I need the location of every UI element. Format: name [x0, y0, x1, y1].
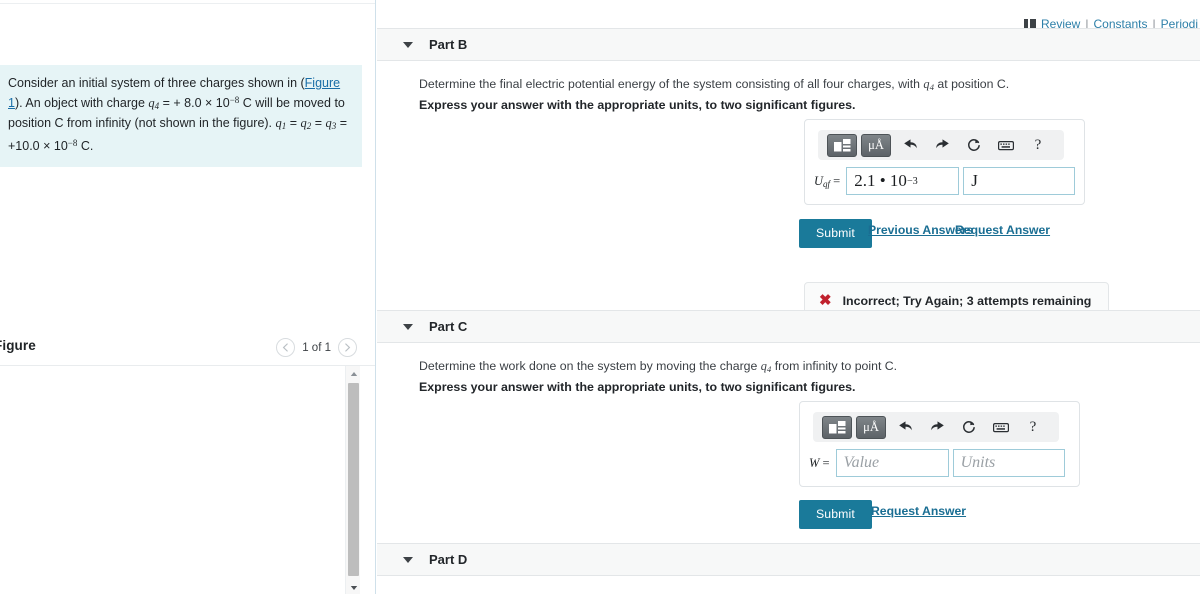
- figure-pager: 1 of 1: [276, 338, 357, 357]
- incorrect-x-icon: ✖: [819, 292, 832, 309]
- charge-diagram: q1 20.0 cm q2 20.0 cm C: [0, 366, 345, 594]
- part-b-value-input[interactable]: 2.1 • 10 −3: [846, 167, 960, 195]
- units-label: μÅ: [863, 419, 879, 434]
- exponent-2: −8: [67, 137, 78, 148]
- problem-line2-pre: with charge: [80, 96, 149, 111]
- problem-statement: Consider an initial system of three char…: [0, 65, 362, 168]
- reset-circular-arrow-icon[interactable]: [954, 415, 984, 439]
- chevron-right-icon: [345, 343, 351, 352]
- chevron-left-icon: [282, 343, 289, 352]
- part-b-request-answer-link[interactable]: Request Answer: [955, 223, 1050, 237]
- problem-line3-post: C.: [77, 139, 94, 154]
- part-b-title: Part B: [429, 37, 468, 52]
- problem-line1-post: ). An object: [14, 96, 78, 111]
- part-b-units-input[interactable]: J: [963, 167, 1076, 195]
- part-b-field-row: Uqf = 2.1 • 10 −3 J: [814, 167, 1076, 195]
- part-c-toolbar: μÅ ?: [813, 412, 1059, 442]
- math-template-icon[interactable]: [827, 133, 857, 157]
- exponent-1: −8: [229, 95, 240, 105]
- scroll-up-button[interactable]: [346, 366, 361, 381]
- part-d-header[interactable]: Part D: [377, 543, 1200, 576]
- question-mark-icon[interactable]: ?: [1018, 415, 1048, 439]
- part-b-question: Determine the final electric potential e…: [419, 77, 1009, 92]
- figure-next-button[interactable]: [338, 338, 357, 357]
- part-c-units-input[interactable]: Units: [952, 449, 1065, 477]
- part-b-submit-button[interactable]: Submit: [799, 219, 872, 248]
- part-c-header[interactable]: Part C: [377, 310, 1200, 343]
- part-b-answer-box: μÅ ? Uqf = 2.1 • 10 −3 J: [804, 119, 1085, 205]
- part-b-instruction: Express your answer with the appropriate…: [419, 98, 856, 112]
- part-c-submit-button[interactable]: Submit: [799, 500, 872, 529]
- problem-line2-mid: = + 8.0 × 10: [159, 96, 230, 111]
- part-b-feedback-text: Incorrect; Try Again; 3 attempts remaini…: [842, 293, 1092, 308]
- part-c-value-input[interactable]: Value: [835, 449, 949, 477]
- figure-prev-button[interactable]: [276, 338, 296, 357]
- redo-arrow-icon[interactable]: [922, 415, 952, 439]
- part-b-units-text: J: [971, 171, 978, 190]
- caret-down-icon[interactable]: [403, 323, 413, 330]
- figure-page-indicator: 1 of 1: [302, 341, 331, 354]
- part-c-request-answer-link[interactable]: Request Answer: [871, 504, 966, 518]
- part-b-question-pre: Determine the final electric potential e…: [419, 77, 924, 91]
- part-c-field-row: W = Value Units: [809, 449, 1065, 477]
- part-b-question-post: at position C.: [934, 77, 1010, 91]
- units-icon[interactable]: μÅ: [856, 415, 886, 439]
- figure-header: Figure 1 of 1: [0, 338, 375, 364]
- part-b-header[interactable]: Part B: [377, 28, 1200, 61]
- caret-down-icon[interactable]: [403, 41, 413, 48]
- part-c-title: Part C: [429, 319, 468, 334]
- part-b-field-label: Uqf =: [814, 173, 841, 189]
- caret-down-icon[interactable]: [403, 556, 413, 563]
- part-c-question-post: from infinity to point C.: [771, 359, 898, 373]
- problem-line1-pre: Consider an initial system of three char…: [8, 76, 305, 90]
- units-icon[interactable]: μÅ: [861, 133, 891, 157]
- right-panel: Review | Constants | Periodi Part B Determin…: [377, 0, 1200, 594]
- reset-circular-arrow-icon[interactable]: [959, 133, 989, 157]
- part-c-answer-box: μÅ ? W = Value Units: [799, 401, 1080, 487]
- eq-1: =: [286, 116, 301, 131]
- part-c-question-pre: Determine the work done on the system by…: [419, 359, 761, 373]
- problem-line3-pre: (not shown in the figure).: [134, 116, 276, 131]
- part-c-field-label: W =: [809, 455, 830, 470]
- page-root: Consider an initial system of three char…: [0, 0, 1200, 594]
- figure-body: q1 20.0 cm q2 20.0 cm C: [0, 365, 375, 594]
- undo-arrow-icon[interactable]: [890, 415, 920, 439]
- part-b-value-exponent: −3: [906, 175, 918, 187]
- part-c-units-placeholder: Units: [960, 454, 996, 471]
- part-c-question: Determine the work done on the system by…: [419, 359, 897, 374]
- triangle-down-icon: [350, 585, 357, 590]
- top-divider: [0, 3, 375, 4]
- part-d-title: Part D: [429, 552, 468, 567]
- keyboard-icon[interactable]: [991, 133, 1021, 157]
- triangle-up-icon: [350, 371, 357, 376]
- part-b-toolbar: μÅ ?: [818, 130, 1064, 160]
- question-mark-icon[interactable]: ?: [1023, 133, 1053, 157]
- keyboard-icon[interactable]: [986, 415, 1016, 439]
- scroll-down-button[interactable]: [346, 580, 361, 594]
- scrollbar-thumb[interactable]: [348, 383, 359, 576]
- eq-2: =: [311, 116, 326, 131]
- figure-title: Figure: [0, 338, 36, 353]
- figure-scrollbar[interactable]: [345, 366, 360, 594]
- left-panel: Consider an initial system of three char…: [0, 0, 376, 594]
- units-label: μÅ: [868, 137, 884, 152]
- part-b-value-text: 2.1 • 10: [854, 171, 907, 190]
- part-c-value-placeholder: Value: [843, 454, 880, 471]
- undo-arrow-icon[interactable]: [895, 133, 925, 157]
- math-template-icon[interactable]: [822, 415, 852, 439]
- redo-arrow-icon[interactable]: [927, 133, 957, 157]
- part-c-instruction: Express your answer with the appropriate…: [419, 380, 856, 394]
